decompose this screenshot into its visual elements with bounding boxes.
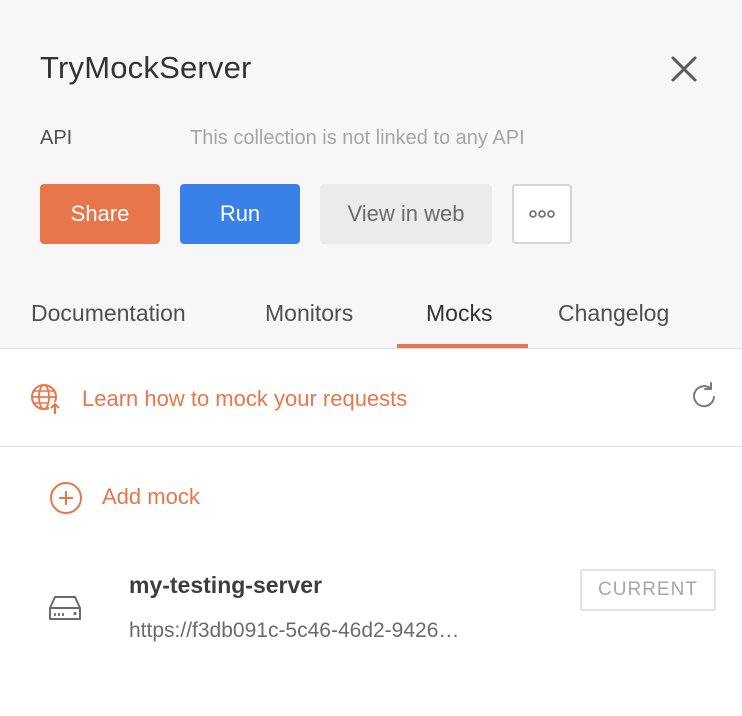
mock-server-name[interactable]: my-testing-server bbox=[129, 572, 322, 599]
view-in-web-button[interactable]: View in web bbox=[320, 184, 492, 244]
run-button[interactable]: Run bbox=[180, 184, 300, 244]
refresh-icon[interactable] bbox=[690, 381, 718, 409]
tab-mocks[interactable]: Mocks bbox=[426, 300, 492, 327]
share-button[interactable]: Share bbox=[40, 184, 160, 244]
server-icon bbox=[49, 596, 81, 620]
close-icon[interactable] bbox=[668, 53, 700, 85]
api-label: API bbox=[40, 127, 73, 149]
tab-documentation[interactable]: Documentation bbox=[31, 300, 186, 327]
collection-title: TryMockServer bbox=[40, 50, 252, 85]
tab-changelog[interactable]: Changelog bbox=[558, 300, 669, 327]
more-actions-button[interactable] bbox=[512, 184, 572, 244]
add-mock-button[interactable]: Add mock bbox=[102, 484, 200, 510]
section-divider bbox=[0, 446, 742, 447]
add-circle-icon[interactable] bbox=[49, 481, 83, 515]
mock-server-url: https://f3db091c-5c46-46d2-9426… bbox=[129, 619, 460, 642]
tabs-divider bbox=[0, 348, 742, 349]
learn-mock-link[interactable]: Learn how to mock your requests bbox=[82, 386, 407, 412]
ellipsis-icon bbox=[529, 210, 555, 218]
api-link-status: This collection is not linked to any API bbox=[190, 127, 525, 149]
current-badge: CURRENT bbox=[580, 569, 716, 611]
tab-monitors[interactable]: Monitors bbox=[265, 300, 353, 327]
globe-icon bbox=[31, 384, 62, 415]
